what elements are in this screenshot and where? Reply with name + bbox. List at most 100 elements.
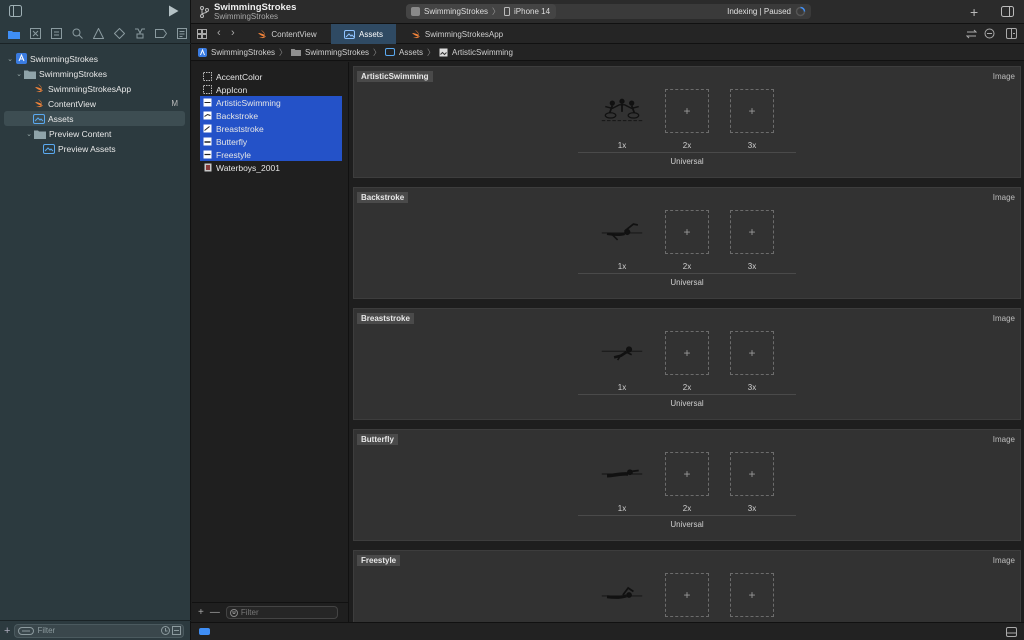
breadcrumb-item[interactable]: SwimmingStrokes: [305, 48, 369, 57]
device-group-label: Universal: [670, 278, 704, 287]
image-slot-3x[interactable]: +: [730, 452, 774, 496]
branch-icon[interactable]: [200, 6, 209, 18]
tree-item-project[interactable]: ⌄ SwimmingStrokes: [0, 51, 191, 66]
run-button[interactable]: [168, 5, 179, 17]
swift-icon: [33, 98, 45, 109]
debug-area-indicator-icon[interactable]: [199, 628, 210, 635]
tree-item-swimmingstrokesapp[interactable]: SwimmingStrokesApp: [0, 81, 191, 96]
image-slot-3x[interactable]: +: [730, 89, 774, 133]
debug-tab-icon[interactable]: [131, 26, 149, 42]
filter-options-icon[interactable]: [18, 626, 35, 635]
image-slot-3x[interactable]: +: [730, 573, 774, 617]
tree-item-contentview[interactable]: ContentView M: [0, 96, 191, 111]
minus-circle-icon[interactable]: [984, 28, 995, 39]
editor-tab-bar: ‹ › ContentView Assets SwimmingStrokesAp…: [191, 24, 1024, 44]
image-slot-1x[interactable]: [600, 210, 644, 254]
image-slot-3x[interactable]: +: [730, 331, 774, 375]
tab-contentview[interactable]: ContentView: [244, 24, 330, 44]
image-slot-2x[interactable]: +: [665, 452, 709, 496]
image-slot-2x[interactable]: +: [665, 331, 709, 375]
device-group-label: Universal: [670, 399, 704, 408]
tree-item-assets[interactable]: Assets: [4, 111, 185, 126]
tree-item-preview-content[interactable]: ⌄ Preview Content: [0, 126, 191, 141]
slot-label: 3x: [747, 383, 757, 392]
app-icon-set-icon: [203, 85, 212, 94]
asset-item-backstroke[interactable]: Backstroke: [200, 109, 342, 122]
search-tab-icon[interactable]: [68, 26, 86, 42]
slot-label: 3x: [747, 262, 757, 271]
asset-item-artisticswimming[interactable]: ArtisticSwimming: [200, 96, 342, 109]
swap-icon[interactable]: [966, 29, 977, 39]
asset-item-accentcolor[interactable]: AccentColor: [200, 70, 342, 83]
image-set-type: Image: [992, 435, 1015, 444]
image-set-card[interactable]: Backstroke Image + + 1x 2x 3x Universal: [353, 187, 1021, 299]
asset-item-butterfly[interactable]: Butterfly: [200, 135, 342, 148]
image-slot-2x[interactable]: +: [665, 210, 709, 254]
sidebar-toggle-icon[interactable]: [9, 5, 22, 17]
tree-item-preview-assets[interactable]: Preview Assets: [0, 141, 191, 156]
device-group-label: Universal: [670, 157, 704, 166]
chevron-down-icon[interactable]: ⌄: [24, 130, 34, 138]
image-slot-1x[interactable]: [600, 573, 644, 617]
add-asset-button[interactable]: +: [198, 607, 204, 618]
forward-button[interactable]: ›: [231, 27, 235, 39]
asset-item-freestyle[interactable]: Freestyle: [200, 148, 342, 161]
chevron-down-icon[interactable]: ⌄: [14, 70, 24, 78]
image-set-icon: [203, 124, 212, 133]
tab-swimmingstrokesapp[interactable]: SwimmingStrokesApp: [397, 24, 517, 44]
iphone-icon: [504, 7, 511, 16]
source-control-filter-icon[interactable]: [172, 626, 182, 635]
image-slot-2x[interactable]: +: [665, 573, 709, 617]
asset-item-waterboys[interactable]: Waterboys_2001: [200, 161, 342, 174]
image-slot-2x[interactable]: +: [665, 89, 709, 133]
navigator-tabs: [0, 24, 191, 44]
tab-label: SwimmingStrokesApp: [424, 29, 504, 39]
add-image-icon: +: [683, 104, 691, 118]
add-icon[interactable]: +: [4, 625, 10, 637]
asset-filter-input[interactable]: Filter: [225, 606, 338, 619]
tree-item-label: Preview Assets: [58, 143, 116, 154]
debug-area-toggle-icon[interactable]: [1006, 627, 1017, 637]
recent-files-icon[interactable]: [161, 626, 171, 635]
report-tab-icon[interactable]: [173, 26, 191, 42]
image-set-card[interactable]: ArtisticSwimming Image + + 1x 2x 3x Univ…: [353, 66, 1021, 178]
image-slot-1x[interactable]: [600, 89, 644, 133]
tree-item-label: ContentView: [48, 98, 97, 109]
breakpoint-tab-icon[interactable]: [152, 26, 170, 42]
add-library-button[interactable]: +: [970, 4, 978, 20]
breadcrumb-item[interactable]: Assets: [399, 48, 423, 57]
project-icon: [15, 53, 27, 64]
inspector-toggle-icon[interactable]: [1001, 6, 1014, 17]
image-set-title: Breaststroke: [357, 313, 414, 324]
test-tab-icon[interactable]: [110, 26, 128, 42]
project-icon: [198, 47, 207, 57]
image-slot-1x[interactable]: [600, 452, 644, 496]
breadcrumb-item[interactable]: ArtisticSwimming: [452, 48, 513, 57]
folder-tab-icon[interactable]: [5, 26, 23, 42]
asset-item-appicon[interactable]: AppIcon: [200, 83, 342, 96]
filter-icon: [229, 608, 238, 617]
tab-assets[interactable]: Assets: [331, 24, 396, 44]
source-control-tab-icon[interactable]: [26, 26, 44, 42]
scheme-device[interactable]: iPhone 14: [514, 7, 550, 16]
grid-icon[interactable]: [197, 29, 207, 39]
back-button[interactable]: ‹: [217, 27, 221, 39]
navigator-filter-input[interactable]: Filter: [14, 623, 185, 638]
image-set-card[interactable]: Butterfly Image + + 1x 2x 3x Universal: [353, 429, 1021, 541]
chevron-down-icon[interactable]: ⌄: [5, 55, 15, 63]
scheme-selector[interactable]: SwimmingStrokes 〉 iPhone 14: [406, 4, 557, 19]
image-slot-3x[interactable]: +: [730, 210, 774, 254]
image-set-card[interactable]: Freestyle Image + +: [353, 550, 1021, 622]
image-set-card[interactable]: Breaststroke Image + + 1x 2x 3x Universa…: [353, 308, 1021, 420]
asset-catalog-icon: [343, 29, 355, 39]
breadcrumb-item[interactable]: SwimmingStrokes: [211, 48, 275, 57]
symbol-tab-icon[interactable]: [47, 26, 65, 42]
slot-label: 3x: [747, 141, 757, 150]
asset-item-breaststroke[interactable]: Breaststroke: [200, 122, 342, 135]
split-editor-icon[interactable]: [1006, 28, 1017, 39]
remove-asset-button[interactable]: —: [210, 607, 220, 618]
image-set-title: Freestyle: [357, 555, 401, 566]
issue-tab-icon[interactable]: [89, 26, 107, 42]
tree-item-group[interactable]: ⌄ SwimmingStrokes: [0, 66, 191, 81]
image-slot-1x[interactable]: [600, 331, 644, 375]
